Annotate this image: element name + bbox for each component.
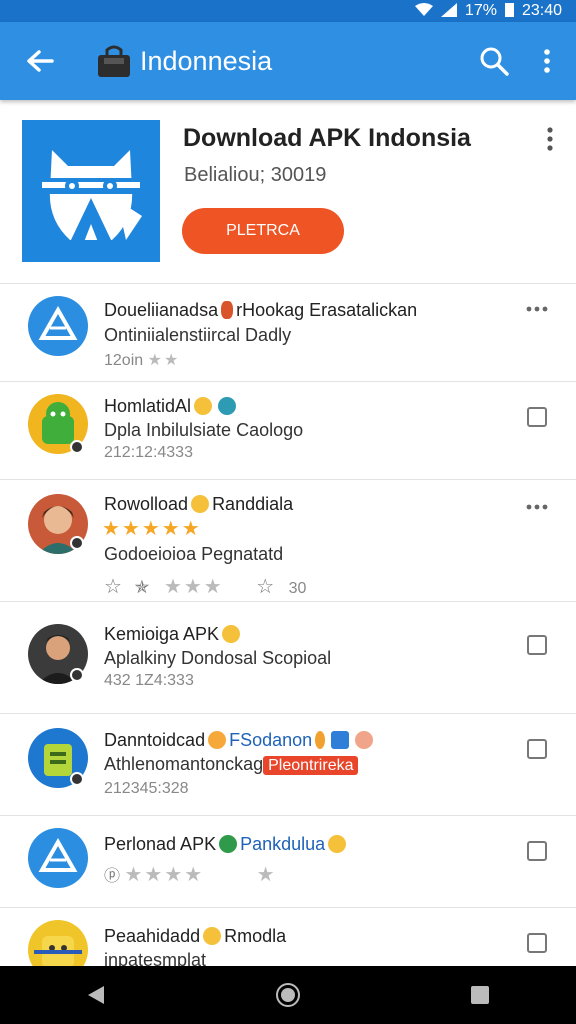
more-horiz-icon[interactable] [524,296,550,322]
list-item-title: Danntoidcad FSodanon [104,730,376,751]
emoji-icon [221,301,234,319]
featured-app-title: Download APK Indonsia [183,124,471,152]
home-nav-icon[interactable] [258,975,318,1015]
battery-percent: 17% [464,2,497,19]
emoji-icon [191,495,210,513]
list-item-meta: 212345:328 [104,780,189,797]
list-item-title: Peaahidadd Rmodla [104,926,287,946]
list-item-subtitle: Ontiniialenstiircal Dadly [104,325,292,345]
rating-stars: ★★ [147,352,181,369]
list-item-subtitle: Athlenomantonckag Pleontrireka [104,754,359,775]
list-item-title: HomlatidAl [104,396,239,417]
status-bar: 17% 23:40 [0,0,576,22]
star-outline-icon: ☆ [104,576,122,598]
list-item[interactable]: Perlonad APK Pankdulua ⓟ ★★★★ ★ [0,816,576,908]
list-item-meta: 12oin ★★ [104,352,181,369]
list-item-subtitle: Aplalkiny Dondosal Scopioal [104,648,332,668]
emoji-icon [218,397,237,415]
select-checkbox[interactable] [524,632,550,658]
list-item-title: Perlonad APK Pankdulua [104,834,349,855]
emoji-icon [208,731,227,749]
list-item[interactable]: Rowolload Randdiala ★★★★★ Godoeioioa Pegn… [0,480,576,602]
rating-stars: ★★★ [163,576,224,598]
back-nav-icon[interactable] [66,975,126,1015]
list-item[interactable]: Kemioiga APK Aplalkiny Dondosal Scopioal… [0,602,576,714]
select-checkbox[interactable] [524,404,550,430]
featured-app-subtitle: Belialiou; 30019 [184,164,327,186]
back-arrow-icon[interactable] [20,41,60,81]
emoji-icon [222,625,241,643]
star-half-icon: ✯ [134,577,150,597]
featured-app-icon [22,120,160,262]
search-icon[interactable] [474,41,514,81]
rating-stars: ★★★★ [124,864,205,886]
emoji-icon [203,927,222,945]
battery-icon [504,2,514,20]
install-button[interactable]: PLETRCA [182,208,344,254]
list-item[interactable]: Doueliianadsa rHookag Erasatalickan Ontin… [0,284,576,382]
badge-icon [70,536,84,550]
system-nav-bar [0,966,576,1024]
list-item-meta: 432 1Z4:333 [104,672,194,689]
more-vert-icon[interactable] [540,124,560,154]
badge-icon [70,772,84,786]
app-title: Indonnesia [140,45,273,76]
badge-icon [70,668,84,682]
app-bar: Indonnesia [0,22,576,100]
list-item-title: Kemioiga APK [104,624,243,645]
badge-icon [70,440,84,454]
app-avatar [28,828,88,888]
list-item[interactable]: Danntoidcad FSodanon Athlenomantonckag Ple… [0,714,576,816]
signal-icon [440,2,457,20]
recents-nav-icon[interactable] [450,975,510,1015]
list-item[interactable]: HomlatidAl Dpla Inbilulsiate Caologo 212… [0,382,576,480]
select-checkbox[interactable] [524,736,550,762]
list-item-subtitle: Dpla Inbilulsiate Caologo [104,420,304,440]
rating-stars: ★ [256,864,277,886]
emoji-icon [219,835,238,853]
select-checkbox[interactable] [524,930,550,956]
emoji-icon [315,731,326,749]
rating-stars: ★★★★★ [102,518,202,540]
more-vert-icon[interactable] [532,41,562,81]
emoji-icon [355,731,374,749]
more-horiz-icon[interactable] [524,494,550,520]
list-item-subtitle: Godoeioioa Pegnatatd [104,544,284,564]
list-item-meta: ☆ ✯ ★★★ ☆ 30 [104,576,307,598]
star-outline-icon: ☆ [256,576,275,598]
bag-icon [94,41,134,81]
list-item-meta: ⓟ ★★★★ ★ [104,862,277,887]
app-avatar [28,296,88,356]
select-checkbox[interactable] [524,838,550,864]
app-list: Doueliianadsa rHookag Erasatalickan Ontin… [0,284,576,980]
wifi-icon [414,2,433,20]
info-icon: ⓟ [104,868,121,885]
tag-badge: Pleontrireka [263,756,359,775]
list-item-meta: 212:12:4333 [104,444,193,461]
clock: 23:40 [521,2,562,19]
emoji-icon [328,835,347,853]
emoji-icon [331,731,350,749]
list-item-title: Doueliianadsa rHookag Erasatalickan [104,300,418,320]
list-item[interactable]: Peaahidadd Rmodla inpatesmplat [0,908,576,980]
emoji-icon [194,397,213,415]
list-item-title: Rowolload Randdiala [104,494,294,514]
featured-app-card[interactable]: Download APK Indonsia Belialiou; 30019 P… [0,100,576,284]
